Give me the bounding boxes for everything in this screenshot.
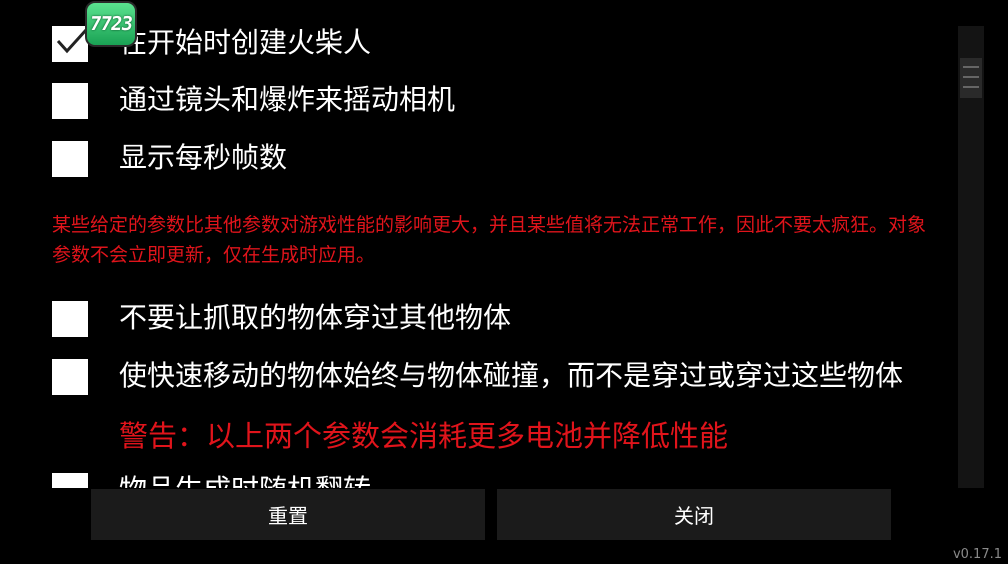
performance-note: 某些给定的参数比其他参数对游戏性能的影响更大，并且某些值将无法正常工作，因此不要… <box>52 214 927 266</box>
battery-warning: 警告：以上两个参数会消耗更多电池并降低性能 <box>119 419 729 453</box>
option-label: 显示每秒帧数 <box>119 141 288 174</box>
settings-scroll-area[interactable]: 在开始时创建火柴人 通过镜头和爆炸来摇动相机 显示每秒帧数 某些给定的参数比其他… <box>0 0 945 488</box>
badge-text: 7723 <box>88 13 134 35</box>
version-label: v0.17.1 <box>952 547 1002 562</box>
reset-button[interactable]: 重置 <box>91 489 485 540</box>
check-icon <box>56 28 88 54</box>
option-label: 不要让抓取的物体穿过其他物体 <box>119 301 512 334</box>
checkbox-random-flip[interactable] <box>52 473 88 488</box>
checkbox-show-fps[interactable] <box>52 141 88 177</box>
option-label: 通过镜头和爆炸来摇动相机 <box>119 83 456 116</box>
option-label: 物品生成时随机翻转 <box>119 472 371 488</box>
option-label: 在开始时创建火柴人 <box>119 26 372 59</box>
checkbox-create-stickman[interactable] <box>52 26 88 62</box>
app-badge: 7723 <box>85 1 137 47</box>
scrollbar[interactable] <box>958 26 984 488</box>
close-button[interactable]: 关闭 <box>497 489 891 540</box>
checkbox-continuous-collision[interactable] <box>52 359 88 395</box>
checkbox-camera-shake[interactable] <box>52 83 88 119</box>
checkbox-grab-collision[interactable] <box>52 301 88 337</box>
option-label: 使快速移动的物体始终与物体碰撞，而不是穿过或穿过这些物体 <box>119 359 904 392</box>
scrollbar-thumb[interactable] <box>960 58 982 98</box>
